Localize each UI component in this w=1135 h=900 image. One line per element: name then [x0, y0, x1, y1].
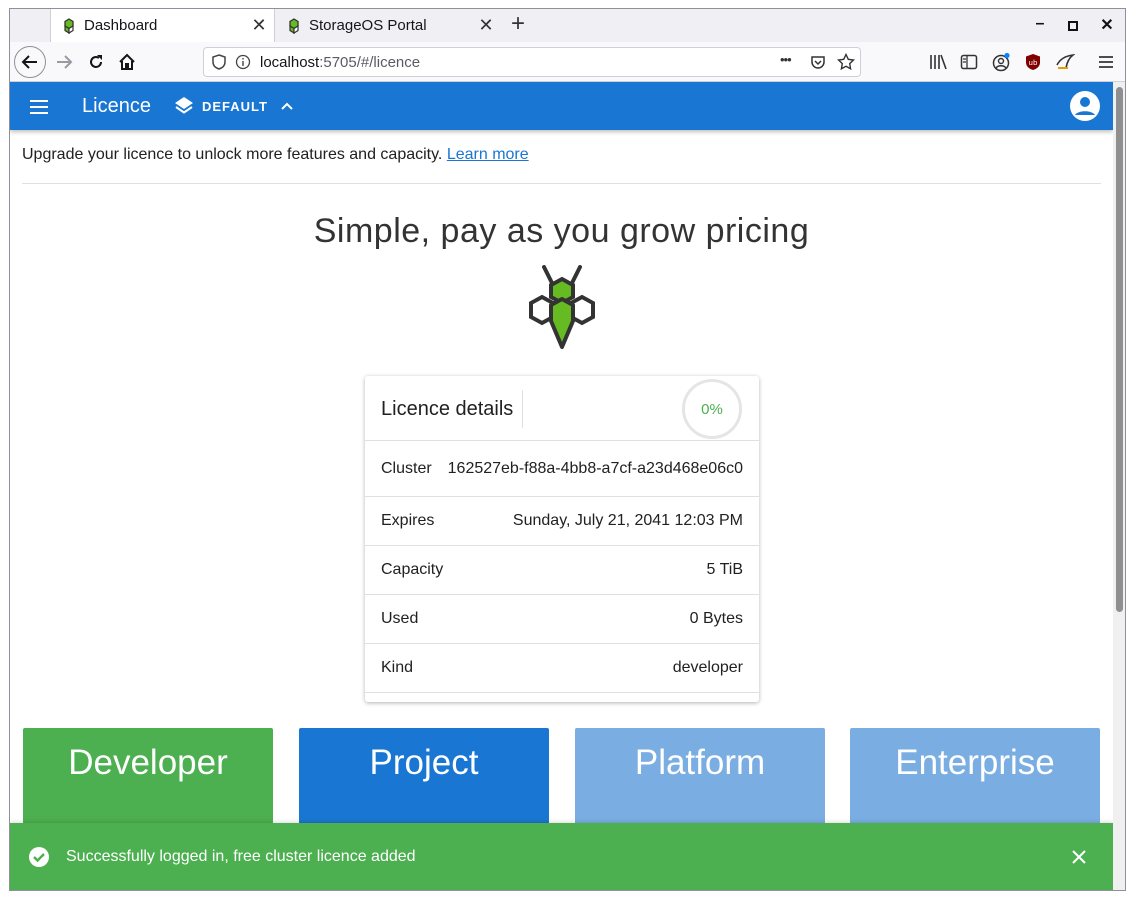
navigation-toolbar: localhost:5705/#/licence ••• ub	[10, 42, 1125, 82]
ublock-icon[interactable]: ub	[1025, 53, 1041, 71]
browser-window: Dashboard ✕ StorageOS Portal ✕ + – ✕ loc…	[9, 8, 1126, 891]
row-value: developer	[672, 659, 743, 676]
plan-project[interactable]: Project	[299, 728, 549, 828]
licence-row-used: Used 0 Bytes	[365, 595, 759, 644]
row-value: Sunday, July 21, 2041 12:03 PM	[512, 512, 743, 529]
storageos-favicon-icon	[289, 17, 299, 34]
reload-icon[interactable]	[82, 48, 110, 76]
tab-strip: Dashboard ✕ StorageOS Portal ✕ + – ✕	[10, 9, 1125, 42]
bookmark-star-icon[interactable]	[837, 53, 855, 71]
usage-percent: 0%	[701, 400, 723, 418]
card-title: Licence details	[381, 398, 514, 420]
success-snackbar: Successfully logged in, free cluster lic…	[10, 823, 1113, 890]
namespace-label: DEFAULT	[202, 98, 268, 114]
hamburger-menu-icon[interactable]	[29, 99, 49, 115]
user-account-icon[interactable]	[1069, 90, 1101, 122]
row-value: 0 Bytes	[689, 610, 743, 627]
namespace-selector[interactable]: DEFAULT	[174, 96, 294, 116]
account-icon[interactable]	[991, 52, 1011, 72]
close-icon[interactable]	[1071, 849, 1087, 865]
back-icon[interactable]	[14, 46, 46, 78]
header-separator	[522, 390, 523, 428]
divider	[22, 183, 1101, 184]
usage-progress-ring: 0%	[682, 379, 742, 439]
layers-icon	[175, 97, 193, 114]
learn-more-link[interactable]: Learn more	[447, 146, 529, 163]
library-icon[interactable]	[929, 53, 947, 71]
licence-row-kind: Kind developer	[365, 644, 759, 693]
card-header: Licence details 0%	[365, 376, 759, 441]
minimize-icon[interactable]: –	[1029, 15, 1051, 37]
chevron-up-icon	[281, 102, 293, 110]
row-label: Used	[381, 610, 419, 627]
storageos-favicon-icon	[64, 17, 74, 34]
extension-icon[interactable]	[1055, 53, 1075, 71]
snackbar-message: Successfully logged in, free cluster lic…	[66, 848, 416, 865]
licence-details-card: Licence details 0% Cluster 162527eb-f88a…	[365, 376, 759, 702]
menu-icon[interactable]	[1097, 53, 1115, 71]
svg-text:ub: ub	[1029, 59, 1038, 67]
app-content: Licence DEFAULT Upgrade your licence to …	[10, 82, 1113, 890]
close-tab-icon[interactable]: ✕	[248, 15, 270, 36]
tab-storageos-portal[interactable]: StorageOS Portal ✕	[276, 9, 501, 42]
page-title: Licence	[82, 95, 151, 117]
licence-row-expires: Expires Sunday, July 21, 2041 12:03 PM	[365, 497, 759, 546]
tab-dashboard[interactable]: Dashboard ✕	[50, 9, 275, 42]
shield-icon[interactable]	[212, 54, 226, 70]
pricing-heading: Simple, pay as you grow pricing	[313, 212, 810, 250]
upgrade-text: Upgrade your licence to unlock more feat…	[22, 146, 443, 163]
row-label: Cluster	[381, 459, 432, 477]
row-label: Kind	[381, 659, 414, 676]
page-actions-icon[interactable]: •••	[780, 52, 792, 67]
row-value: 5 TiB	[706, 561, 743, 578]
sidebar-icon[interactable]	[960, 53, 978, 71]
plan-developer[interactable]: Developer	[23, 728, 273, 828]
upgrade-notice: Upgrade your licence to unlock more feat…	[22, 146, 529, 164]
row-label: Expires	[381, 512, 435, 529]
app-bar: Licence DEFAULT	[10, 82, 1113, 130]
storageos-bee-logo-icon	[529, 265, 595, 349]
page-scrollbar[interactable]	[1113, 82, 1125, 890]
forward-icon[interactable]	[50, 48, 78, 76]
licence-row-cluster: Cluster 162527eb-f88a-4bb8-a7cf-a23d468e…	[365, 441, 759, 497]
home-icon[interactable]	[113, 48, 141, 76]
url-text[interactable]: localhost:5705/#/licence	[260, 54, 420, 71]
plan-enterprise[interactable]: Enterprise	[850, 728, 1100, 828]
plan-platform[interactable]: Platform	[575, 728, 825, 828]
licence-row-capacity: Capacity 5 TiB	[365, 546, 759, 595]
tab-label: Dashboard	[84, 17, 158, 34]
pocket-icon[interactable]	[810, 54, 826, 70]
new-tab-icon[interactable]: +	[506, 12, 530, 37]
close-window-icon[interactable]: ✕	[1096, 15, 1118, 37]
close-tab-icon[interactable]: ✕	[475, 15, 497, 36]
row-label: Capacity	[381, 561, 444, 578]
check-circle-icon	[29, 847, 49, 867]
tab-label: StorageOS Portal	[309, 17, 427, 34]
info-icon[interactable]	[235, 54, 251, 70]
maximize-icon[interactable]	[1062, 15, 1084, 37]
url-bar[interactable]: localhost:5705/#/licence •••	[203, 47, 861, 77]
row-value: 162527eb-f88a-4bb8-a7cf-a23d468e06c0	[447, 459, 743, 477]
scrollbar-thumb[interactable]	[1116, 87, 1123, 612]
